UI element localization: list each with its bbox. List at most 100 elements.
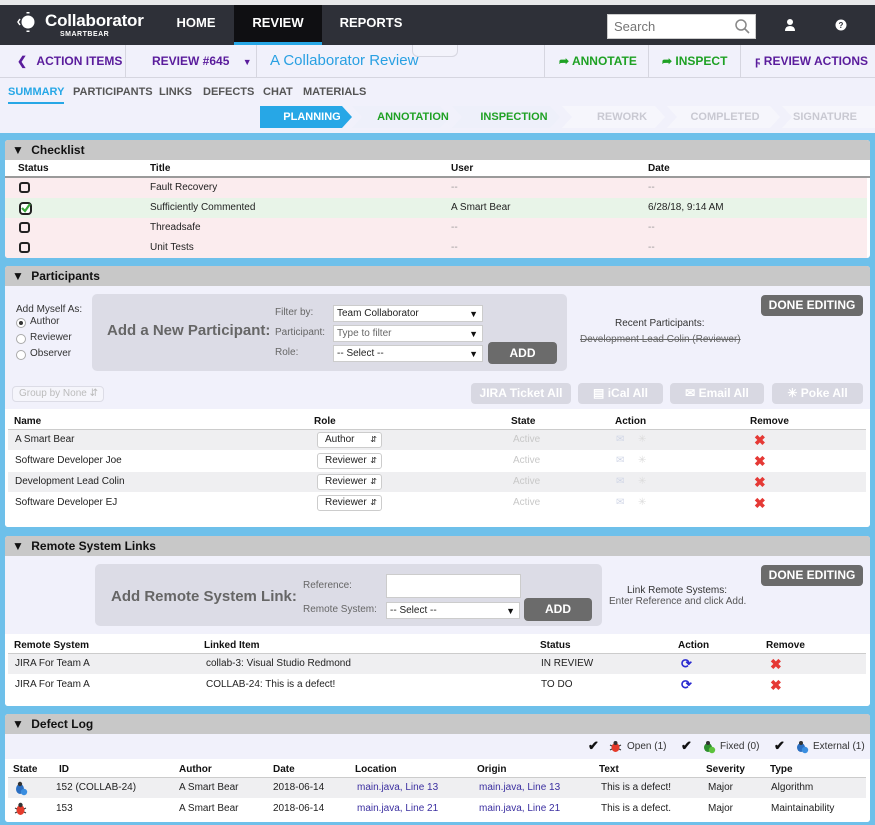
add-participant-button[interactable]: ADD: [488, 342, 557, 364]
inspect-button[interactable]: ➦ INSPECT: [649, 45, 741, 78]
participant-label: Participant:: [275, 327, 326, 338]
poke-icon[interactable]: ✳: [638, 472, 646, 492]
phase-annotation[interactable]: ANNOTATION: [368, 106, 458, 128]
checkbox-checked-icon[interactable]: [19, 202, 32, 215]
participant-role-select[interactable]: Author ⇵: [317, 432, 382, 448]
review-title[interactable]: A Collaborator Review: [270, 45, 418, 77]
phase-inspection[interactable]: INSPECTION: [470, 106, 558, 128]
updown-arrow-icon: ⇵: [89, 388, 98, 399]
defect-id[interactable]: 153: [56, 799, 73, 819]
remove-x-icon[interactable]: ✖: [770, 675, 782, 695]
checklist-item-title: Unit Tests: [150, 242, 194, 253]
done-editing-button[interactable]: DONE EDITING: [761, 295, 863, 316]
remove-x-icon[interactable]: ✖: [754, 430, 766, 450]
recent-participant-item[interactable]: Development Lead Colin (Reviewer): [580, 334, 741, 345]
annotate-button[interactable]: ➦ ANNOTATE: [544, 45, 649, 78]
review-id-dropdown[interactable]: REVIEW #645 ▼: [126, 45, 257, 78]
email-icon[interactable]: ✉: [616, 472, 624, 492]
radio-reviewer[interactable]: [16, 334, 26, 344]
checklist-item-user: --: [451, 222, 458, 233]
participant-filter-input[interactable]: Type to filter ▼: [333, 325, 483, 342]
remove-x-icon[interactable]: ✖: [754, 493, 766, 513]
add-participant-label: Add a New Participant:: [107, 322, 271, 339]
email-icon[interactable]: ✉: [616, 451, 624, 471]
filter-open-checkbox[interactable]: ✔: [588, 738, 599, 754]
poke-icon[interactable]: ✳: [638, 451, 646, 471]
checkbox-unchecked-icon[interactable]: [19, 182, 30, 193]
group-by-select[interactable]: Group by None ⇵: [12, 386, 104, 402]
defect-location-link[interactable]: main.java, Line 21: [357, 799, 438, 819]
jira-ticket-all-button[interactable]: JIRA Ticket All: [471, 383, 571, 404]
tab-defects[interactable]: DEFECTS: [203, 86, 254, 98]
help-icon[interactable]: ?: [833, 17, 849, 33]
poke-icon[interactable]: ✳: [638, 430, 646, 450]
participant-row: A Smart Bear Author ⇵ Active ✉ ✳ ✖: [8, 430, 866, 450]
email-icon[interactable]: ✉: [616, 430, 624, 450]
remote-links-header[interactable]: ▼ Remote System Links: [5, 536, 870, 556]
add-participant-box: Add a New Participant: Filter by: Team C…: [92, 294, 567, 371]
collapse-header-handle[interactable]: [412, 45, 458, 57]
refresh-icon[interactable]: ⟳: [681, 654, 692, 674]
remove-x-icon[interactable]: ✖: [754, 451, 766, 471]
filter-fixed-checkbox[interactable]: ✔: [681, 738, 692, 754]
checkbox-unchecked-icon[interactable]: [19, 222, 30, 233]
col-remove: Remove: [766, 640, 805, 651]
remote-system-select[interactable]: -- Select -- ▼: [386, 602, 520, 619]
radio-author[interactable]: [16, 318, 26, 328]
tab-links[interactable]: LINKS: [159, 86, 192, 98]
role-select[interactable]: -- Select -- ▼: [333, 345, 483, 362]
tab-materials[interactable]: MATERIALS: [303, 86, 366, 98]
ical-all-label: iCal All: [607, 386, 648, 400]
collapse-triangle-icon: ▼: [12, 269, 24, 283]
tab-chat[interactable]: CHAT: [263, 86, 293, 98]
remove-x-icon[interactable]: ✖: [754, 472, 766, 492]
checklist-row: Threadsafe -- --: [5, 218, 867, 238]
user-icon[interactable]: [782, 17, 798, 33]
done-editing-button[interactable]: DONE EDITING: [761, 565, 863, 586]
participant-role-select[interactable]: Reviewer ⇵: [317, 453, 382, 469]
ical-all-button[interactable]: ▤ iCal All: [578, 383, 663, 404]
defect-author: A Smart Bear: [179, 803, 239, 814]
checklist-row: Sufficiently Commented A Smart Bear 6/28…: [5, 198, 867, 218]
participant-role-select[interactable]: Reviewer ⇵: [317, 495, 382, 511]
updown-arrow-icon: ⇵: [370, 477, 377, 486]
email-all-button[interactable]: ✉ Email All: [670, 383, 764, 404]
phase-planning[interactable]: PLANNING: [272, 106, 352, 128]
back-to-action-items-button[interactable]: ❮ ACTION ITEMS: [0, 45, 126, 78]
linked-item[interactable]: collab-3: Visual Studio Redmond: [206, 654, 351, 674]
nav-tab-reports[interactable]: REPORTS: [330, 5, 412, 45]
defect-origin-link[interactable]: main.java, Line 13: [479, 778, 560, 798]
checkbox-unchecked-icon[interactable]: [19, 242, 30, 253]
defect-row: 153 A Smart Bear 2018-06-14 main.java, L…: [8, 799, 866, 819]
defect-location-link[interactable]: main.java, Line 13: [357, 778, 438, 798]
review-actions-button[interactable]: ϝ REVIEW ACTIONS: [741, 45, 875, 78]
defect-origin-link[interactable]: main.java, Line 21: [479, 799, 560, 819]
defect-severity: Major: [708, 782, 734, 793]
bug-external-icon: [797, 741, 809, 754]
tab-participants[interactable]: PARTICIPANTS: [73, 86, 153, 98]
search-icon[interactable]: [734, 18, 751, 35]
refresh-icon[interactable]: ⟳: [681, 675, 692, 695]
reference-input[interactable]: [386, 574, 521, 598]
poke-icon[interactable]: ✳: [638, 493, 646, 513]
collaborator-logo[interactable]: Collaborator SMARTBEAR: [16, 11, 146, 41]
participant-role-select[interactable]: Reviewer ⇵: [317, 474, 382, 490]
defect-id[interactable]: 152 (COLLAB-24): [56, 778, 136, 798]
poke-all-button[interactable]: ✳ Poke All: [772, 383, 863, 404]
nav-tab-home[interactable]: HOME: [160, 5, 232, 45]
linked-item[interactable]: COLLAB-24: This is a defect!: [206, 675, 335, 695]
search-input[interactable]: [608, 15, 728, 37]
tab-summary[interactable]: SUMMARY: [8, 86, 65, 104]
filter-by-select[interactable]: Team Collaborator ▼: [333, 305, 483, 322]
email-icon[interactable]: ✉: [616, 493, 624, 513]
filter-external-checkbox[interactable]: ✔: [774, 738, 785, 754]
add-remote-link-button[interactable]: ADD: [524, 598, 592, 621]
remove-x-icon[interactable]: ✖: [770, 654, 782, 674]
checklist-header[interactable]: ▼ Checklist: [5, 140, 870, 160]
radio-observer[interactable]: [16, 350, 26, 360]
nav-tab-review[interactable]: REVIEW: [234, 5, 322, 45]
participant-role-value: Reviewer: [325, 455, 367, 466]
participants-header[interactable]: ▼ Participants: [5, 266, 870, 286]
defect-log-header[interactable]: ▼ Defect Log: [5, 714, 870, 734]
collapse-triangle-icon: ▼: [12, 143, 24, 157]
